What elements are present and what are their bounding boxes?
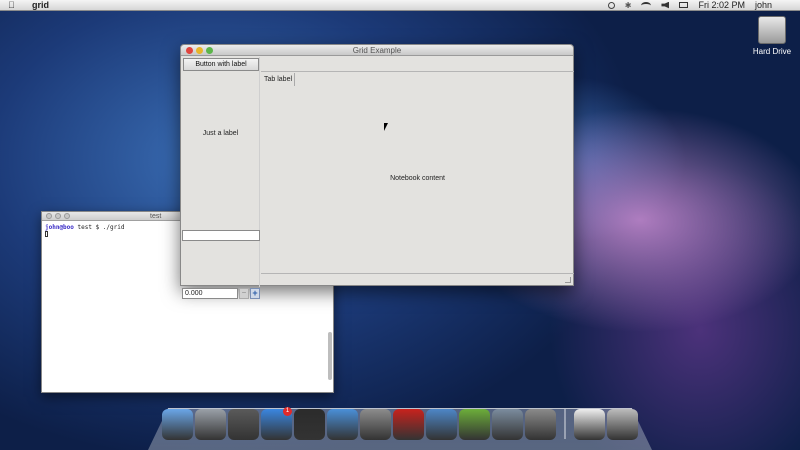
acrobat-icon[interactable] <box>393 409 424 440</box>
system-preferences-icon[interactable] <box>360 409 391 440</box>
mission-control-icon[interactable] <box>228 409 259 440</box>
launchpad-icon[interactable] <box>195 409 226 440</box>
bluetooth-icon[interactable]: ✱ <box>625 0 632 11</box>
grid-example-window: Grid Example Button with label Just a la… <box>180 44 574 299</box>
dock: 1 <box>162 407 638 440</box>
close-button[interactable] <box>46 213 52 219</box>
menu-clock[interactable]: Fri 2:02 PM <box>698 0 745 11</box>
user-menu[interactable]: john <box>755 0 772 11</box>
hard-drive-desktop-icon[interactable]: Hard Drive <box>752 16 792 56</box>
text-cursor <box>45 231 48 237</box>
iphoto-icon[interactable] <box>492 409 523 440</box>
spin-decrement-button[interactable]: − <box>239 288 249 299</box>
notebook <box>261 71 574 274</box>
app-store-icon[interactable]: 1 <box>261 407 292 440</box>
prompt-command: test $ ./grid <box>73 224 125 231</box>
left-column: Button with label Just a label 0.000 − + <box>181 57 260 299</box>
wifi-icon[interactable] <box>641 1 652 9</box>
menu-bar:  grid ✱ Fri 2:02 PM john <box>0 0 800 11</box>
static-label: Just a label <box>202 130 239 137</box>
terminal-icon[interactable] <box>294 409 325 440</box>
zoom-button[interactable] <box>64 213 70 219</box>
xcode-icon[interactable] <box>426 409 457 440</box>
notebook-tab[interactable]: Tab label <box>262 73 296 86</box>
document-icon[interactable] <box>574 409 605 440</box>
close-button[interactable] <box>186 47 193 54</box>
notebook-content-label: Notebook content <box>390 175 445 182</box>
minimize-button[interactable] <box>55 213 61 219</box>
quicktime-icon[interactable] <box>459 409 490 440</box>
finder-icon[interactable] <box>162 409 193 440</box>
button-with-label[interactable]: Button with label <box>183 58 259 71</box>
volume-icon[interactable] <box>661 1 670 9</box>
minimize-button[interactable] <box>196 47 203 54</box>
safari-icon[interactable] <box>327 409 358 440</box>
window-title: Grid Example <box>352 46 402 55</box>
prompt-user: john@boo <box>45 224 74 231</box>
status-area: ✱ Fri 2:02 PM john <box>607 0 800 11</box>
mouse-pointer-icon <box>384 123 392 131</box>
trash-icon[interactable] <box>607 409 638 440</box>
app-menu[interactable]: grid <box>32 0 49 11</box>
hard-drive-label: Hard Drive <box>752 47 792 56</box>
window-titlebar[interactable]: Grid Example <box>181 45 573 56</box>
hard-drive-icon <box>758 16 786 44</box>
spin-increment-button[interactable]: + <box>250 288 260 299</box>
spin-value-field[interactable]: 0.000 <box>182 288 238 299</box>
notification-badge: 1 <box>283 407 292 416</box>
terminal-title: test <box>150 213 162 220</box>
apple-menu-icon[interactable]:  <box>8 0 22 11</box>
text-entry[interactable] <box>182 230 260 241</box>
display-icon[interactable] <box>525 409 556 440</box>
battery-icon[interactable] <box>679 2 689 8</box>
resize-grip[interactable] <box>565 277 571 283</box>
terminal-scrollbar[interactable] <box>328 332 332 380</box>
time-machine-icon[interactable] <box>607 1 615 9</box>
zoom-button[interactable] <box>206 47 213 54</box>
dock-separator <box>564 409 566 439</box>
